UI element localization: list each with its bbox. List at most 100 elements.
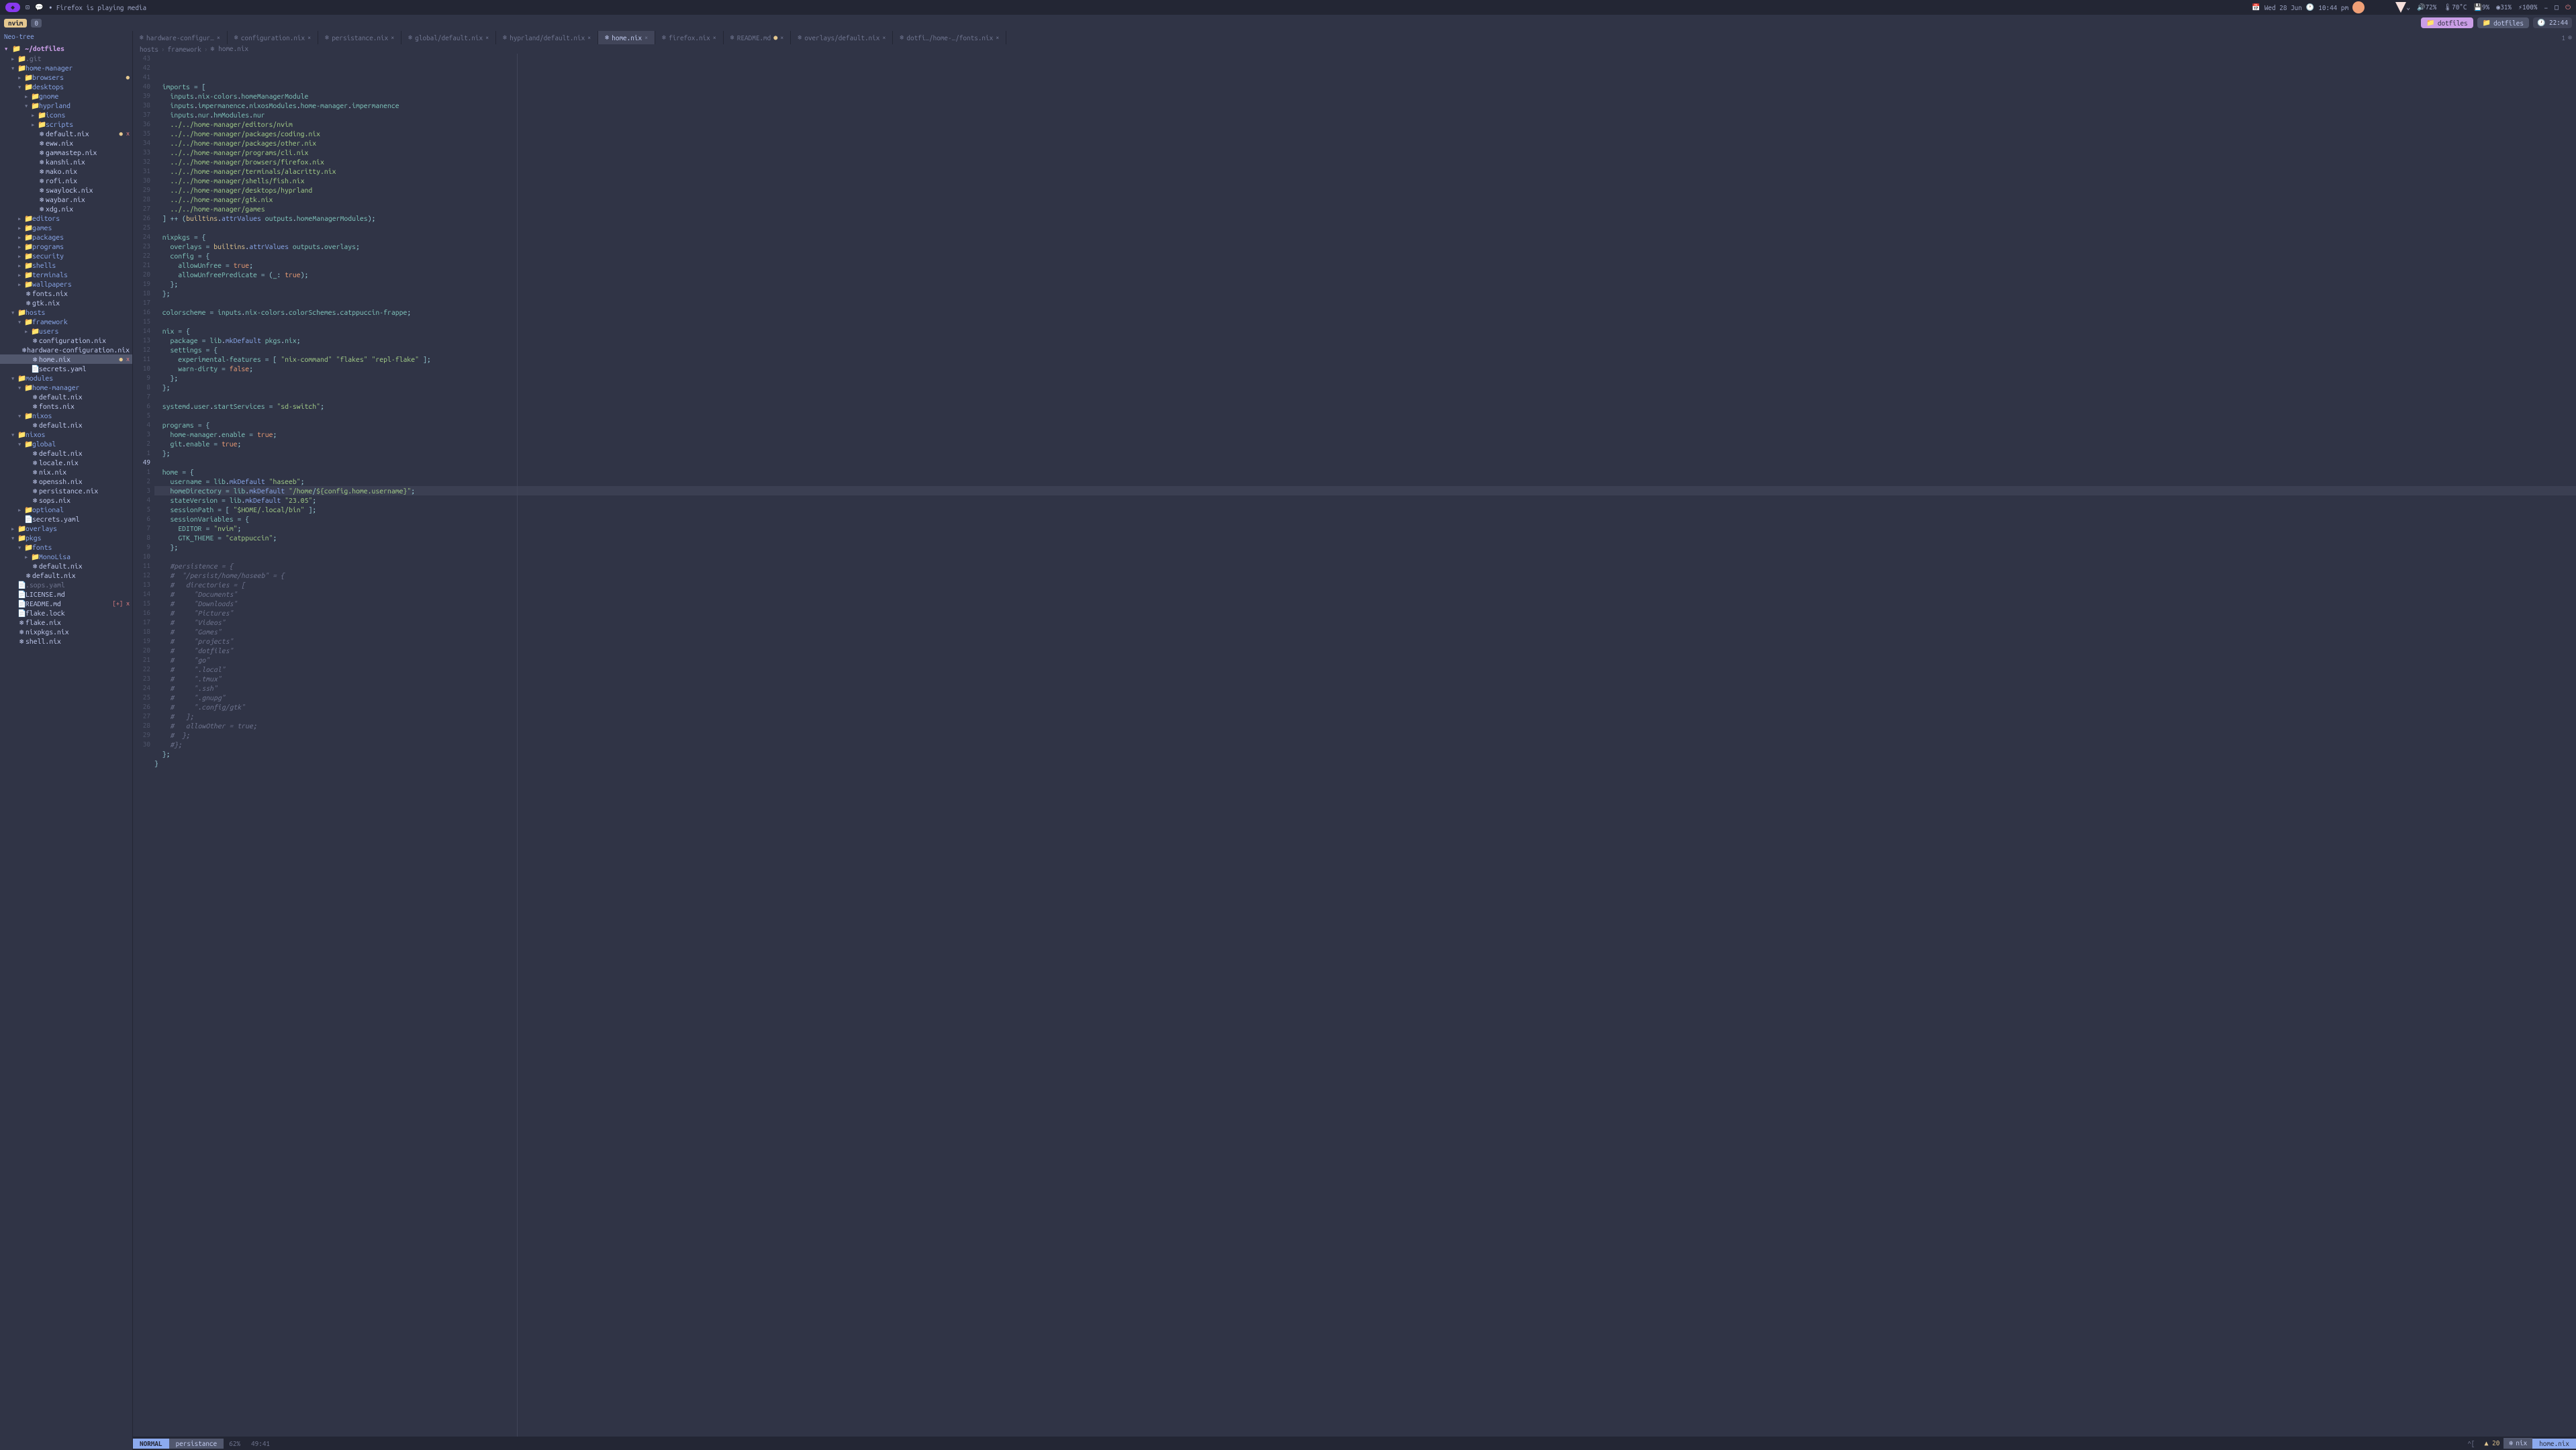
breadcrumb-seg[interactable]: hosts xyxy=(140,46,158,53)
tree-folder[interactable]: ▸📁 editors xyxy=(0,213,132,223)
tree-file[interactable]: ❄ locale.nix xyxy=(0,458,132,467)
chat-icon[interactable]: 💬 xyxy=(35,3,43,11)
tree-file[interactable]: ❄ eww.nix xyxy=(0,138,132,148)
buffer-tab[interactable]: ❄persistance.nix× xyxy=(318,31,401,44)
tab-close-all-icon[interactable]: ⊗ xyxy=(2568,34,2572,42)
tree-file[interactable]: ❄ persistance.nix xyxy=(0,486,132,495)
tree-file[interactable]: ❄ fonts.nix xyxy=(0,401,132,411)
tree-folder[interactable]: ▸📁 shells xyxy=(0,260,132,270)
tree-file[interactable]: ❄ flake.nix xyxy=(0,618,132,627)
close-icon[interactable]: × xyxy=(217,34,220,41)
close-icon[interactable]: × xyxy=(996,34,999,41)
tree-file[interactable]: ❄ nix.nix xyxy=(0,467,132,477)
close-icon[interactable]: × xyxy=(882,34,886,41)
tree-folder[interactable]: ▸📁 scripts xyxy=(0,119,132,129)
tree-folder[interactable]: ▸📁 packages xyxy=(0,232,132,242)
tree-file[interactable]: ❄ sops.nix xyxy=(0,495,132,505)
tree-folder[interactable]: ▾📁 desktops xyxy=(0,82,132,91)
tree-folder[interactable]: ▾📁 nixos xyxy=(0,411,132,420)
tree-file[interactable]: 📄 flake.lock xyxy=(0,608,132,618)
notification-dot[interactable] xyxy=(2352,1,2365,13)
tree-folder[interactable]: ▾📁 nixos xyxy=(0,430,132,439)
tree-file[interactable]: ❄ default.nix xyxy=(0,571,132,580)
tree-file[interactable]: ❄ default.nix● x xyxy=(0,129,132,138)
tree-folder[interactable]: ▸📁 terminals xyxy=(0,270,132,279)
tree-file[interactable]: ❄ xdg.nix xyxy=(0,204,132,213)
tree-folder[interactable]: ▸📁 optional xyxy=(0,505,132,514)
buffer-tab[interactable]: ❄hyprland/default.nix× xyxy=(496,31,598,44)
maximize-icon[interactable]: □ xyxy=(2555,3,2559,11)
volume-indicator[interactable]: 🔊72% xyxy=(2417,3,2436,11)
power-icon[interactable]: ⏻ xyxy=(2565,3,2571,11)
buffer-tab[interactable]: ❄configuration.nix× xyxy=(228,31,318,44)
close-icon[interactable]: × xyxy=(391,34,394,41)
tree-file[interactable]: ❄ rofi.nix xyxy=(0,176,132,185)
tree-file[interactable]: ❄ default.nix xyxy=(0,420,132,430)
tree-file[interactable]: ❄ shell.nix xyxy=(0,636,132,646)
buffer-tab[interactable]: ❄global/default.nix× xyxy=(401,31,496,44)
tree-folder[interactable]: ▾📁 home-manager xyxy=(0,383,132,392)
tree-folder[interactable]: ▸📁 browsers● xyxy=(0,72,132,82)
tree-folder[interactable]: ▾📁 hosts xyxy=(0,307,132,317)
tree-folder[interactable]: ▸📁 games xyxy=(0,223,132,232)
tree-folder[interactable]: ▸📁 wallpapers xyxy=(0,279,132,289)
tree-file[interactable]: ❄ fonts.nix xyxy=(0,289,132,298)
tree-folder[interactable]: ▾📁 modules xyxy=(0,373,132,383)
buffer-tab[interactable]: ❄home.nix× xyxy=(598,31,655,44)
close-icon[interactable]: × xyxy=(780,34,783,41)
tree-file[interactable]: ❄ default.nix xyxy=(0,392,132,401)
tree-file[interactable]: ❄ openssh.nix xyxy=(0,477,132,486)
tree-file[interactable]: ❄ default.nix xyxy=(0,561,132,571)
tree-file[interactable]: ❄ kanshi.nix xyxy=(0,157,132,166)
tree-folder[interactable]: ▸📁 MonoLisa xyxy=(0,552,132,561)
tree-file[interactable]: ❄ waybar.nix xyxy=(0,195,132,204)
breadcrumb-seg[interactable]: framework xyxy=(168,46,201,53)
tree-file[interactable]: 📄 secrets.yaml xyxy=(0,364,132,373)
file-tree[interactable]: Neo-tree ▾ 📁 ~/dotfiles ▸📁 .git▾📁 home-m… xyxy=(0,31,133,1450)
tree-file[interactable]: ❄ mako.nix xyxy=(0,166,132,176)
tree-folder[interactable]: ▾📁 global xyxy=(0,439,132,448)
tree-file[interactable]: 📄 README.md [+] x xyxy=(0,599,132,608)
workspace-indicator[interactable]: ◆ xyxy=(5,3,20,12)
buffer-tab[interactable]: ❄firefox.nix× xyxy=(655,31,724,44)
tree-file[interactable]: 📄 secrets.yaml xyxy=(0,514,132,524)
sidebar-root[interactable]: ▾ 📁 ~/dotfiles xyxy=(0,43,132,54)
tree-file[interactable]: ❄ nixpkgs.nix xyxy=(0,627,132,636)
tree-folder[interactable]: ▾📁 hyprland xyxy=(0,101,132,110)
tree-file[interactable]: ❄ gammastep.nix xyxy=(0,148,132,157)
tree-folder[interactable]: ▾📁 framework xyxy=(0,317,132,326)
menu-icon[interactable]: ⊡ xyxy=(26,3,30,11)
tree-file[interactable]: ❄ gtk.nix xyxy=(0,298,132,307)
code-content[interactable]: imports = [ inputs.nix-colors.homeManage… xyxy=(154,54,2576,1437)
tmux-session-inactive[interactable]: 📁 dotfiles xyxy=(2477,17,2529,28)
dropdown-icon[interactable]: ⌄ xyxy=(2406,3,2410,11)
tree-file[interactable]: ❄ home.nix● x xyxy=(0,354,132,364)
tree-folder[interactable]: ▾📁 pkgs xyxy=(0,533,132,542)
close-icon[interactable]: × xyxy=(587,34,591,41)
breadcrumb-seg[interactable]: ❄ home.nix xyxy=(211,45,248,53)
tmux-session-active[interactable]: 📁 dotfiles xyxy=(2421,17,2473,28)
tree-file[interactable]: ❄ default.nix xyxy=(0,448,132,458)
tree-folder[interactable]: ▸📁 programs xyxy=(0,242,132,251)
buffer-tab[interactable]: ❄hardware-configur…× xyxy=(133,31,228,44)
tree-folder[interactable]: ▸📁 icons xyxy=(0,110,132,119)
buffer-tab[interactable]: ❄overlays/default.nix× xyxy=(791,31,893,44)
tree-file[interactable]: ❄ hardware-configuration.nix xyxy=(0,345,132,354)
tree-folder[interactable]: ▸📁 .git xyxy=(0,54,132,63)
tree-folder[interactable]: ▸📁 gnome xyxy=(0,91,132,101)
buffer-tab[interactable]: ❄dotfi…/home-…/fonts.nix× xyxy=(893,31,1006,44)
tree-folder[interactable]: ▾📁 home-manager xyxy=(0,63,132,72)
tree-file[interactable]: ❄ configuration.nix xyxy=(0,336,132,345)
code-area[interactable]: 4342414039383736353433323130292827262524… xyxy=(133,54,2576,1437)
tree-file[interactable]: 📄 LICENSE.md xyxy=(0,589,132,599)
tree-folder[interactable]: ▸📁 security xyxy=(0,251,132,260)
tree-folder[interactable]: ▸📁 overlays xyxy=(0,524,132,533)
minimize-icon[interactable]: − xyxy=(2544,4,2548,11)
tree-folder[interactable]: ▸📁 users xyxy=(0,326,132,336)
tree-folder[interactable]: ▾📁 fonts xyxy=(0,542,132,552)
buffer-tab[interactable]: ❄README.md●× xyxy=(724,31,792,44)
close-icon[interactable]: × xyxy=(713,34,716,41)
close-icon[interactable]: × xyxy=(307,34,311,41)
diagnostics[interactable]: ▲ 20 xyxy=(2481,1438,2504,1449)
tree-file[interactable]: 📄 .sops.yaml xyxy=(0,580,132,589)
